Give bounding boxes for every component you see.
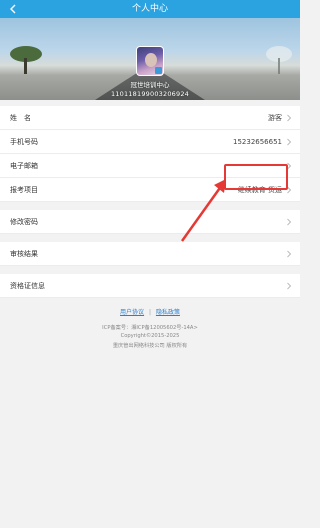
profile-banner: 冠世培训中心 110118199003206924	[0, 18, 300, 100]
menu-change-password[interactable]: 修改密码	[0, 210, 300, 234]
menu-change-password-group: 修改密码	[0, 210, 300, 234]
chevron-right-icon	[287, 218, 292, 226]
row-value: 游客	[268, 113, 282, 122]
chevron-right-icon	[287, 282, 292, 290]
footer-links: 用户协议 | 隐私政策	[0, 307, 300, 316]
link-separator: |	[148, 309, 152, 316]
privacy-policy-link[interactable]: 隐私政策	[156, 309, 180, 316]
tree-decoration	[10, 46, 42, 74]
row-label: 手机号码	[10, 137, 38, 146]
row-phone[interactable]: 手机号码 15232656651	[0, 130, 300, 154]
user-agreement-link[interactable]: 用户协议	[120, 309, 144, 316]
row-name[interactable]: 姓 名 游客	[0, 106, 300, 130]
menu-label: 审核结果	[10, 249, 38, 258]
camera-badge-icon	[155, 67, 162, 74]
row-label: 姓 名	[10, 113, 31, 122]
company-text: 重庆管出网络科技公司 版权所有	[112, 343, 188, 349]
chevron-right-icon	[287, 114, 292, 122]
id-number: 110118199003206924	[110, 90, 190, 98]
chevron-right-icon	[287, 250, 292, 258]
org-name: 冠世培训中心	[130, 81, 170, 89]
menu-review-group: 审核结果	[0, 242, 300, 266]
menu-review-result[interactable]: 审核结果	[0, 242, 300, 266]
row-value: 15232656651	[233, 137, 282, 146]
menu-certificate-group: 资格证信息	[0, 274, 300, 298]
menu-certificate-info[interactable]: 资格证信息	[0, 274, 300, 298]
menu-label: 修改密码	[10, 217, 38, 226]
copyright-text: Copyright©2015-2025	[120, 333, 180, 339]
icp-text: ICP备案号：湘ICP备12005602号-14A>	[102, 325, 198, 331]
avatar-face	[145, 53, 157, 67]
avatar[interactable]	[136, 46, 164, 76]
tree-decoration-right	[266, 46, 292, 74]
page-title: 个人中心	[131, 4, 168, 14]
top-bar: 个人中心	[0, 0, 300, 18]
annotation-arrow-icon	[180, 179, 226, 242]
menu-label: 资格证信息	[10, 281, 45, 290]
chevron-right-icon	[287, 138, 292, 146]
